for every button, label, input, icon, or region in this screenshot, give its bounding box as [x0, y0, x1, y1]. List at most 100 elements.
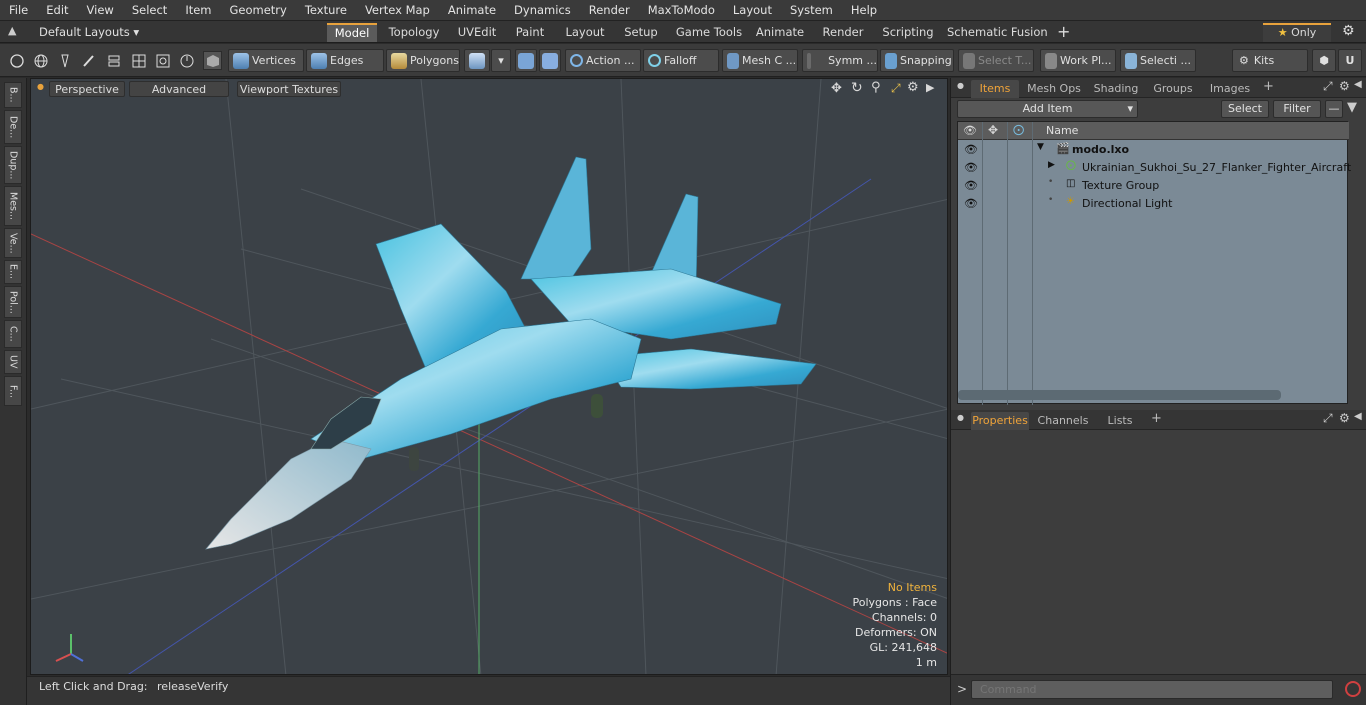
edges-button[interactable]: Edges — [306, 49, 384, 72]
name-column-header[interactable]: Name — [1046, 124, 1078, 137]
select-through-button[interactable]: Select T... — [958, 49, 1034, 72]
grid-snap-icon[interactable] — [129, 51, 148, 70]
tab-uvedit[interactable]: UVEdit — [451, 23, 503, 42]
menu-render[interactable]: Render — [580, 3, 639, 17]
unity-button[interactable]: ⬢ — [1312, 49, 1336, 72]
tab-images[interactable]: Images — [1203, 80, 1257, 98]
tab-shading[interactable]: Shading — [1089, 80, 1143, 98]
pan-icon[interactable]: ✥ — [831, 81, 842, 96]
eye-icon[interactable]: 👁 — [964, 161, 978, 174]
polygons-button[interactable]: Polygons — [386, 49, 460, 72]
default-layouts-dropdown[interactable]: Default Layouts ▾ — [39, 25, 139, 39]
panel-menu-dot-icon[interactable]: ● — [957, 81, 964, 90]
item-mode-button[interactable] — [464, 49, 490, 72]
props-menu-dot-icon[interactable]: ● — [957, 413, 964, 422]
action-center-button[interactable]: Action ... — [565, 49, 641, 72]
menu-vertex-map[interactable]: Vertex Map — [356, 3, 439, 17]
menu-dynamics[interactable]: Dynamics — [505, 3, 580, 17]
brush-icon[interactable] — [79, 51, 98, 70]
mesh-constraint-button[interactable]: Mesh C ... — [722, 49, 798, 72]
tab-edge[interactable]: E... — [4, 260, 22, 284]
symmetry-button[interactable]: Symm ... — [802, 49, 878, 72]
list-item[interactable]: 👁 • ◫ Texture Group — [958, 177, 1349, 195]
align-icon[interactable] — [104, 51, 123, 70]
tab-items[interactable]: Items — [971, 80, 1019, 98]
menu-help[interactable]: Help — [842, 3, 886, 17]
kits-button[interactable]: ⚙ Kits — [1232, 49, 1308, 72]
lock-column-icon[interactable]: ✥ — [988, 123, 998, 137]
viewport-gear-icon[interactable]: ⚙ — [907, 80, 919, 95]
viewport-menu-dot-icon[interactable]: ● — [37, 82, 44, 91]
funnel-icon[interactable]: ▼ — [1347, 100, 1357, 115]
tab-mesh-edit[interactable]: Mes... — [4, 186, 22, 226]
perspective-button[interactable]: Perspective — [49, 81, 125, 97]
3d-viewport[interactable]: ● Perspective Advanced Viewport Textures… — [30, 78, 948, 675]
viewport-textures-button[interactable]: Viewport Textures — [237, 81, 341, 97]
panel-gear-icon[interactable]: ⚙ — [1339, 79, 1350, 93]
box-select-icon[interactable] — [153, 51, 172, 70]
tab-duplicate[interactable]: Dup... — [4, 146, 22, 184]
menu-animate[interactable]: Animate — [439, 3, 505, 17]
add-props-tab-icon[interactable]: + — [1151, 411, 1162, 426]
eye-icon[interactable]: 👁 — [964, 179, 978, 192]
tab-scripting[interactable]: Scripting — [877, 23, 939, 42]
eye-icon[interactable]: 👁 — [964, 143, 978, 156]
list-item[interactable]: 👁 • ☀ Directional Light — [958, 195, 1349, 213]
tab-schematic-fusion[interactable]: Schematic Fusion — [947, 23, 1048, 42]
record-icon[interactable] — [1345, 681, 1361, 697]
work-plane-button[interactable]: Work Pl... — [1040, 49, 1116, 72]
props-expand-icon[interactable]: ◀ — [1354, 411, 1362, 422]
only-toggle[interactable]: ★ Only — [1263, 23, 1331, 42]
menu-file[interactable]: File — [0, 3, 37, 17]
tab-game-tools[interactable]: Game Tools — [672, 23, 746, 42]
menu-texture[interactable]: Texture — [296, 3, 356, 17]
zoom-icon[interactable]: ⚲ — [871, 80, 881, 95]
tab-basic[interactable]: B... — [4, 82, 22, 108]
tab-curve[interactable]: C... — [4, 320, 22, 348]
menu-system[interactable]: System — [781, 3, 842, 17]
menu-view[interactable]: View — [78, 3, 123, 17]
menu-edit[interactable]: Edit — [37, 3, 77, 17]
circle-select-icon[interactable] — [7, 51, 26, 70]
props-maximize-icon[interactable]: ⤢ — [1323, 411, 1333, 426]
advanced-button[interactable]: Advanced — [129, 81, 229, 97]
selection-sets-button[interactable]: Selecti ... — [1120, 49, 1196, 72]
menu-select[interactable]: Select — [123, 3, 176, 17]
viewport-expand-icon[interactable]: ▶ — [926, 81, 934, 94]
globe-icon[interactable] — [31, 51, 50, 70]
tab-render[interactable]: Render — [815, 23, 871, 42]
tab-deform[interactable]: De... — [4, 110, 22, 144]
filter-button[interactable]: Filter — [1273, 100, 1321, 118]
tab-lists[interactable]: Lists — [1099, 412, 1141, 430]
tab-mesh-ops[interactable]: Mesh Ops — [1023, 80, 1085, 98]
tab-properties[interactable]: Properties — [971, 412, 1029, 430]
tab-groups[interactable]: Groups — [1147, 80, 1199, 98]
gear-icon[interactable]: ⚙ — [1342, 23, 1355, 39]
tab-uv[interactable]: UV — [4, 350, 22, 374]
eye-icon[interactable]: 👁 — [964, 197, 978, 210]
tab-polygon[interactable]: Pol... — [4, 286, 22, 318]
menu-item[interactable]: Item — [176, 3, 220, 17]
list-item[interactable]: 👁 ▶ ⨀ Ukrainian_Sukhoi_Su_27_Flanker_Fig… — [958, 159, 1351, 177]
snapping-button[interactable]: Snapping — [880, 49, 954, 72]
menu-maxtomodo[interactable]: MaxToModo — [639, 3, 724, 17]
timer-icon[interactable] — [177, 51, 196, 70]
add-item-dropdown[interactable]: Add Item ▾ — [957, 100, 1138, 118]
maximize-icon[interactable]: ⤢ — [1323, 79, 1333, 94]
shaded-cube-icon[interactable] — [203, 51, 222, 70]
command-input[interactable] — [971, 680, 1333, 699]
falloff-button[interactable]: Falloff — [643, 49, 719, 72]
horizontal-scrollbar[interactable] — [958, 390, 1281, 400]
add-tab-icon[interactable]: + — [1057, 22, 1070, 41]
list-options-button[interactable]: — — [1325, 100, 1343, 118]
panel-expand-icon[interactable]: ◀ — [1354, 79, 1362, 90]
tab-paint[interactable]: Paint — [508, 23, 552, 42]
fighter-aircraft-model[interactable] — [205, 156, 817, 550]
menu-geometry[interactable]: Geometry — [221, 3, 296, 17]
pen-icon[interactable] — [55, 51, 74, 70]
mode-dropdown[interactable]: ▾ — [491, 49, 511, 72]
tab-vertex[interactable]: Ve... — [4, 228, 22, 258]
material-button[interactable] — [515, 49, 537, 72]
tab-channels[interactable]: Channels — [1033, 412, 1093, 430]
pivot-button[interactable] — [539, 49, 561, 72]
